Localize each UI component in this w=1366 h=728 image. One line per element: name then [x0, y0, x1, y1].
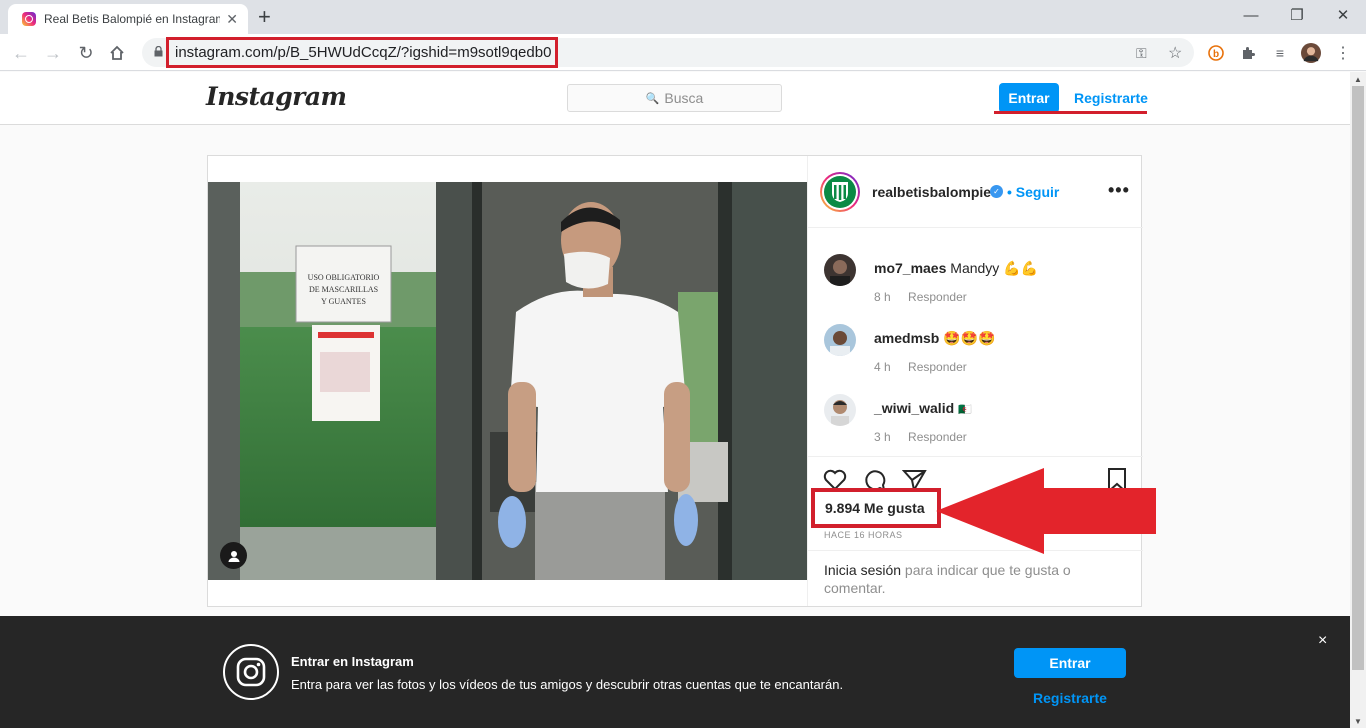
account-avatar[interactable] — [820, 172, 860, 212]
reply-button[interactable]: Responder — [908, 430, 967, 444]
profile-avatar[interactable] — [1301, 43, 1321, 63]
banner-title: Entrar en Instagram — [291, 654, 414, 669]
highlight-underline — [994, 111, 1147, 114]
post-photo[interactable]: USO OBLIGATORIO DE MASCARILLAS Y GUANTES — [208, 182, 807, 580]
bookmark-star-icon[interactable]: ☆ — [1168, 43, 1182, 63]
real-betis-crest-icon — [824, 176, 856, 208]
follow-button[interactable]: • Seguir — [1007, 184, 1059, 200]
chrome-menu-icon[interactable]: ⋮ — [1333, 43, 1353, 63]
comment-text: Mandyy 💪💪 — [950, 260, 1039, 276]
svg-text:b: b — [1213, 49, 1219, 60]
address-bar[interactable]: instagram.com/p/B_5HWUdCcqZ/?igshid=m9so… — [142, 37, 1194, 68]
comment-time[interactable]: 8 h — [874, 290, 891, 304]
restore-icon[interactable]: ❐ — [1274, 0, 1320, 30]
reply-button[interactable]: Responder — [908, 360, 967, 374]
url-text[interactable]: instagram.com/p/B_5HWUdCcqZ/?igshid=m9so… — [166, 37, 559, 68]
banner-signup-link[interactable]: Registrarte — [1014, 690, 1126, 706]
browser-toolbar: ← → ↻ instagram.com/p/B_5HWUdCcqZ/?igshi… — [0, 34, 1366, 71]
commenter-avatar[interactable] — [824, 324, 856, 356]
likes-count[interactable]: 9.894 Me gusta — [811, 488, 941, 528]
comment-time[interactable]: 4 h — [874, 360, 891, 374]
key-icon[interactable]: ⚿ — [1136, 45, 1147, 62]
commenter-username[interactable]: mo7_maes — [874, 260, 946, 276]
browser-tabstrip: Real Betis Balompié en Instagram ✕ + — ❐… — [0, 0, 1366, 34]
media-queue-icon[interactable]: ≡ — [1270, 43, 1290, 63]
instagram-logo[interactable]: Instagram — [206, 82, 347, 111]
login-banner: Entrar en Instagram Entra para ver las f… — [0, 616, 1350, 728]
instagram-camera-icon — [223, 644, 279, 700]
comment-time[interactable]: 3 h — [874, 430, 891, 444]
tab-title: Real Betis Balompié en Instagram — [44, 12, 221, 26]
search-input[interactable]: 🔍 Busca — [567, 84, 782, 112]
tab-close-icon[interactable]: ✕ — [226, 11, 238, 28]
user-tag-icon[interactable] — [220, 542, 247, 569]
login-button[interactable]: Entrar — [999, 83, 1059, 113]
commenter-username[interactable]: amedmsb — [874, 330, 939, 346]
reply-button[interactable]: Responder — [908, 290, 967, 304]
banner-close-icon[interactable]: × — [1318, 632, 1327, 650]
commenter-username[interactable]: _wiwi_walid — [874, 400, 954, 416]
window-close-icon[interactable]: ✕ — [1320, 0, 1366, 30]
reload-icon[interactable]: ↻ — [73, 40, 99, 66]
commenter-avatar[interactable] — [824, 394, 856, 426]
search-placeholder: Busca — [664, 90, 704, 106]
extension-b-icon[interactable]: b — [1206, 43, 1226, 63]
instagram-header: Instagram 🔍 Busca Entrar Registrarte — [0, 72, 1350, 125]
forward-icon[interactable]: → — [40, 40, 66, 66]
photo-sign-text: Y GUANTES — [321, 297, 366, 306]
account-username[interactable]: realbetisbalompie — [872, 184, 991, 200]
post-timestamp[interactable]: HACE 16 HORAS — [824, 530, 903, 540]
post-header: realbetisbalompie ✓ • Seguir ••• — [808, 156, 1143, 228]
new-tab-icon[interactable]: + — [258, 4, 271, 30]
lock-icon — [154, 46, 163, 57]
photo-sign-text: USO OBLIGATORIO — [308, 273, 380, 282]
photo-sign-text: DE MASCARILLAS — [309, 285, 378, 294]
scroll-down-icon[interactable]: ▼ — [1350, 714, 1366, 728]
instagram-favicon-icon — [22, 12, 36, 26]
minimize-icon[interactable]: — — [1228, 0, 1274, 30]
back-icon[interactable]: ← — [8, 40, 34, 66]
extensions-puzzle-icon[interactable] — [1238, 43, 1258, 63]
banner-login-button[interactable]: Entrar — [1014, 648, 1126, 678]
banner-description: Entra para ver las fotos y los vídeos de… — [291, 677, 844, 692]
login-to-comment-prompt: Inicia sesión para indicar que te gusta … — [808, 550, 1143, 606]
signup-link[interactable]: Registrarte — [1066, 83, 1156, 113]
annotation-arrow — [936, 468, 1156, 554]
comment-text: 🇩🇿 — [958, 404, 972, 416]
search-icon: 🔍 — [645, 92, 660, 105]
more-options-icon[interactable]: ••• — [1108, 180, 1130, 201]
commenter-avatar[interactable] — [824, 254, 856, 286]
scrollbar-thumb[interactable] — [1352, 86, 1364, 670]
comment-text: 🤩🤩🤩 — [943, 330, 996, 346]
scroll-up-icon[interactable]: ▲ — [1350, 72, 1366, 86]
home-icon[interactable] — [104, 40, 130, 66]
verified-badge-icon: ✓ — [990, 185, 1003, 198]
follow-label: Seguir — [1015, 184, 1060, 200]
browser-tab[interactable]: Real Betis Balompié en Instagram ✕ — [8, 4, 248, 34]
login-prompt-link[interactable]: Inicia sesión — [824, 562, 901, 578]
